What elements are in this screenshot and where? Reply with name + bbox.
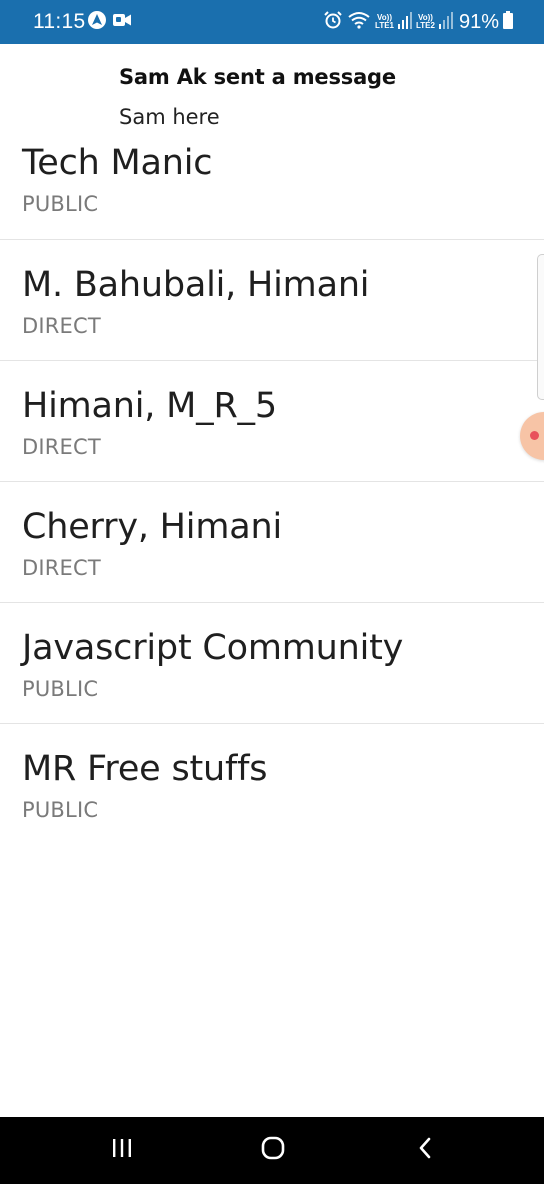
back-button[interactable]: [386, 1117, 466, 1184]
channel-item[interactable]: MR Free stuffs PUBLIC: [0, 724, 544, 845]
channel-list: Tech Manic PUBLIC M. Bahubali, Himani DI…: [0, 118, 544, 845]
channel-type: DIRECT: [22, 556, 101, 580]
status-left-icons: [87, 10, 132, 35]
home-icon: [260, 1135, 286, 1166]
channel-name: Javascript Community: [22, 628, 404, 668]
status-right-icons: Vo)) LTE1 Vo)) LTE2 91%: [323, 10, 513, 34]
home-button[interactable]: [233, 1117, 313, 1184]
alarm-icon: [323, 10, 343, 35]
channel-type: DIRECT: [22, 435, 101, 459]
screen: 11:15 Vo)) LTE1 Vo)) LTE2 91% Sam Ak sen…: [0, 0, 544, 1184]
navigation-bar: [0, 1117, 544, 1184]
channel-name: Himani, M_R_5: [22, 386, 277, 426]
channel-item[interactable]: Javascript Community PUBLIC: [0, 603, 544, 724]
volte-lte1-icon: Vo)) LTE1: [375, 14, 394, 30]
nav-arrow-icon: [87, 10, 107, 35]
channel-type: PUBLIC: [22, 192, 99, 216]
volte2-bottom-label: LTE2: [416, 21, 435, 30]
edge-panel-handle[interactable]: [537, 254, 544, 400]
volte1-bottom-label: LTE1: [375, 21, 394, 30]
channel-name: Tech Manic: [22, 143, 213, 183]
recent-apps-icon: [110, 1136, 134, 1165]
channel-name: M. Bahubali, Himani: [22, 265, 370, 305]
channel-name: Cherry, Himani: [22, 507, 282, 547]
signal2-icon: [438, 11, 453, 34]
channel-name: MR Free stuffs: [22, 749, 268, 789]
status-time: 11:15: [33, 10, 86, 33]
battery-icon: [503, 10, 513, 34]
recent-apps-button[interactable]: [82, 1117, 162, 1184]
channel-type: DIRECT: [22, 314, 101, 338]
channel-item[interactable]: Tech Manic PUBLIC: [0, 118, 544, 240]
video-icon: [112, 12, 132, 33]
back-icon: [414, 1136, 438, 1165]
battery-percentage: 91%: [458, 11, 499, 33]
channel-item[interactable]: Himani, M_R_5 DIRECT: [0, 361, 544, 482]
notification-title: Sam Ak sent a message: [119, 65, 396, 89]
volte-lte2-icon: Vo)) LTE2: [416, 14, 435, 30]
channel-item[interactable]: Cherry, Himani DIRECT: [0, 482, 544, 603]
record-dot-icon: [530, 431, 539, 440]
channel-type: PUBLIC: [22, 677, 99, 701]
wifi-icon: [347, 10, 371, 35]
status-bar: 11:15 Vo)) LTE1 Vo)) LTE2 91%: [0, 0, 544, 44]
signal1-icon: [398, 11, 412, 34]
channel-item[interactable]: M. Bahubali, Himani DIRECT: [0, 240, 544, 361]
channel-type: PUBLIC: [22, 798, 99, 822]
